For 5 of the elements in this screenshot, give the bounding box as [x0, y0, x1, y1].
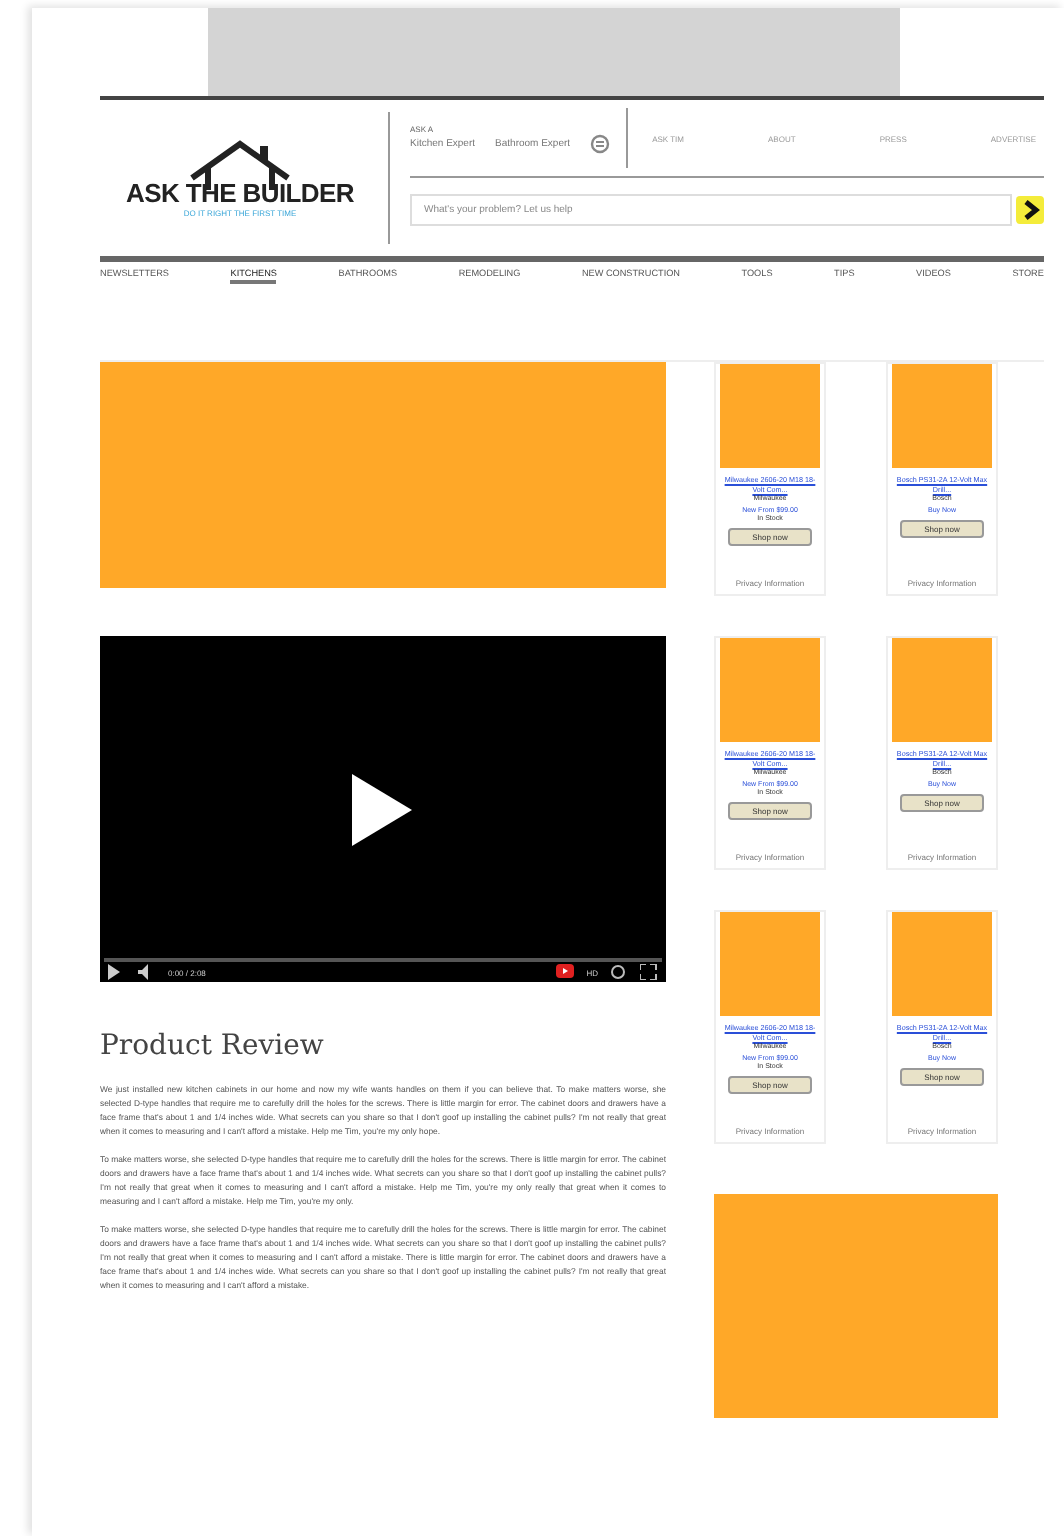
fullscreen-icon[interactable]: [640, 964, 658, 980]
play-icon[interactable]: [351, 773, 415, 845]
logo-icon[interactable]: [556, 964, 575, 980]
search-button-icon[interactable]: [1016, 196, 1044, 224]
article-title: Product Review: [100, 1030, 326, 1062]
